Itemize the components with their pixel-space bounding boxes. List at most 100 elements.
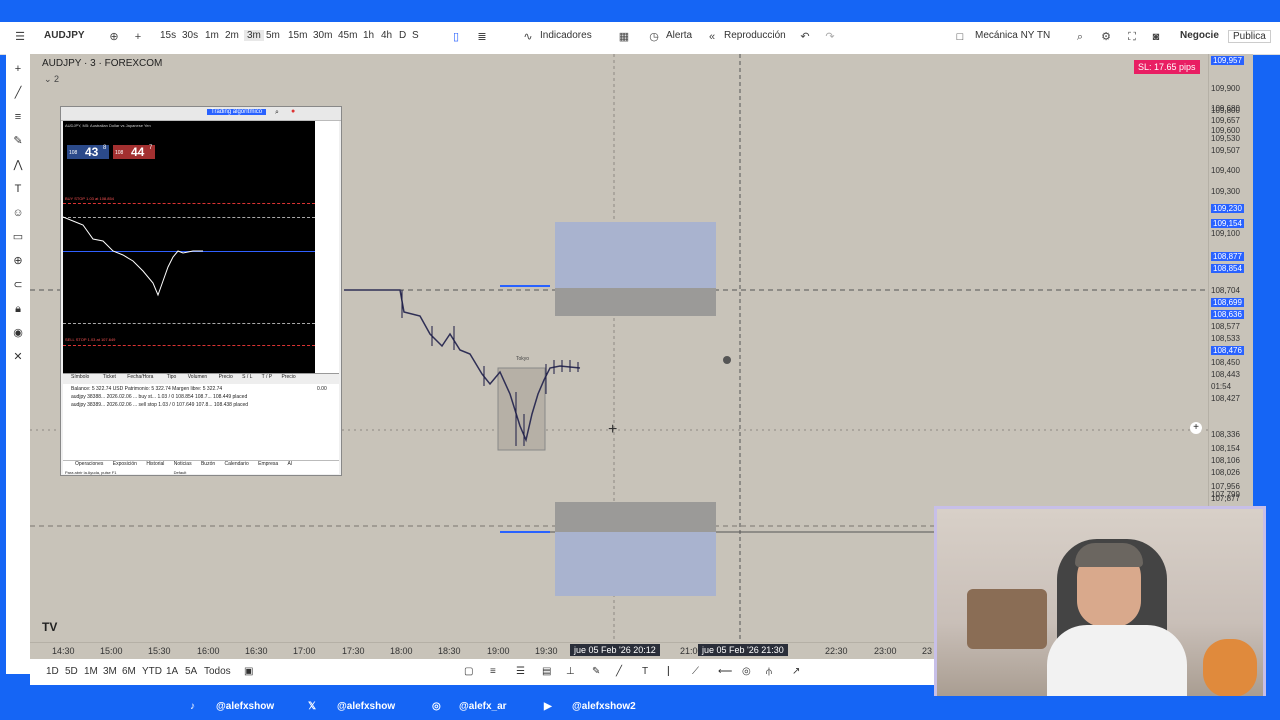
session-box	[497, 367, 546, 451]
interval-15m[interactable]: 15m	[288, 30, 307, 41]
candles-icon[interactable]: ▯	[450, 31, 462, 43]
mt-tab[interactable]: Noticias	[174, 461, 192, 467]
search-icon[interactable]: ⌕	[1074, 31, 1086, 43]
compare-icon[interactable]: ⊕	[108, 31, 120, 43]
social-handle: @alefxshow	[216, 701, 275, 712]
settings-icon[interactable]: ⚙	[1100, 31, 1112, 43]
camera-icon[interactable]: ◙	[1150, 31, 1162, 43]
trendline-tool-icon[interactable]: ╱	[11, 86, 25, 100]
interval-3m[interactable]: 3m	[244, 30, 264, 41]
interval-1m[interactable]: 1m	[205, 30, 219, 41]
range-5d[interactable]: 5D	[65, 666, 78, 677]
interval-4h[interactable]: 4h	[381, 30, 392, 41]
interval-1h[interactable]: 1h	[363, 30, 374, 41]
price-label: 01:54	[1211, 382, 1232, 391]
mt-tab[interactable]: Buzón	[201, 461, 215, 467]
range-1a[interactable]: 1A	[166, 666, 178, 677]
lines-tool-icon[interactable]: ≡	[490, 666, 496, 677]
measure-tool-icon[interactable]: ⊥	[566, 666, 575, 677]
mt-tab[interactable]: Empresa	[258, 461, 278, 467]
interval-45m[interactable]: 45m	[338, 30, 357, 41]
long-target-zone	[555, 222, 716, 288]
range-1d[interactable]: 1D	[46, 666, 59, 677]
text-tool-bottom-icon[interactable]: T	[642, 666, 648, 677]
range-1m[interactable]: 1M	[84, 666, 98, 677]
time-label: 16:30	[245, 646, 268, 656]
layout-grid-icon[interactable]: ▦	[618, 31, 630, 43]
order-row[interactable]: audjpy 38389... 2026.02.06 ... sell stop…	[71, 402, 248, 408]
range-5a[interactable]: 5A	[185, 666, 197, 677]
horizontal-ray-icon[interactable]: ⟵	[718, 666, 732, 677]
mt-tab[interactable]: Historial	[146, 461, 164, 467]
lock-icon[interactable]: 🔒︎	[11, 302, 25, 316]
zoom-in-icon[interactable]: ⊕	[11, 254, 25, 268]
mt-search-icon[interactable]: ⌕	[275, 109, 279, 117]
interval-15s[interactable]: 15s	[160, 30, 176, 41]
crosshair-time-label-2: jue 05 Feb '26 21:30	[698, 644, 788, 656]
indicators-button[interactable]: Indicadores	[540, 30, 592, 41]
price-label: 109,657	[1211, 116, 1240, 125]
mt-tab[interactable]: Al	[288, 461, 292, 467]
range-all[interactable]: Todos	[204, 666, 231, 677]
trade-button[interactable]: Negocie	[1180, 30, 1219, 41]
text-tool-icon[interactable]: T	[11, 182, 25, 196]
undo-icon[interactable]: ↶	[799, 31, 811, 43]
brush-tool-icon[interactable]: ✎	[11, 134, 25, 148]
layout-icon[interactable]: □	[954, 31, 966, 43]
mt-record-icon[interactable]: ●	[291, 108, 295, 115]
indicators-icon[interactable]: ∿	[522, 31, 534, 43]
algo-trading-button[interactable]: Trading algorítmico	[207, 109, 267, 115]
fullscreen-icon[interactable]: ⛶	[1126, 31, 1138, 43]
range-6m[interactable]: 6M	[122, 666, 136, 677]
interval-d[interactable]: D	[399, 30, 406, 41]
alarm-icon[interactable]: ◷	[648, 31, 660, 43]
fib-tool-icon[interactable]: ≡	[11, 110, 25, 124]
eye-icon[interactable]: ◉	[11, 326, 25, 340]
layout-name-button[interactable]: Mecánica NY TN	[975, 30, 1050, 41]
add-alert-icon[interactable]: +	[1190, 422, 1202, 434]
mt-chart[interactable]: AUDJPY, M5: Australian Dollar vs Japanes…	[63, 121, 315, 373]
range-3m[interactable]: 3M	[103, 666, 117, 677]
vertical-line-icon[interactable]: ⎸	[668, 666, 678, 677]
mt-tab[interactable]: Exposición	[113, 461, 137, 467]
ruler-tool-icon[interactable]: ▭	[11, 230, 25, 244]
crosshair-tool-icon[interactable]: +	[11, 62, 25, 76]
symbol-selector[interactable]: AUDJPY	[44, 30, 85, 41]
order-row[interactable]: audjpy 38388... 2026.02.06 ... buy st...…	[71, 394, 247, 400]
magnet-icon[interactable]: ⊂	[11, 278, 25, 292]
rectangle-tool-icon[interactable]: ▢	[464, 666, 473, 677]
channel-tool-icon[interactable]: ▤	[542, 666, 551, 677]
time-label: 22:30	[825, 646, 848, 656]
pitchfork-icon[interactable]: ⫛	[766, 666, 772, 677]
replay-icon[interactable]: «	[706, 31, 718, 43]
add-symbol-icon[interactable]: +	[132, 31, 144, 43]
mt-tab[interactable]: Operaciones	[75, 461, 103, 467]
pattern-tool-icon[interactable]: ⋀	[11, 158, 25, 172]
chart-type-icon[interactable]: ≣	[476, 31, 488, 43]
interval-30s[interactable]: 30s	[182, 30, 198, 41]
menu-icon[interactable]: ☰	[14, 31, 26, 43]
brush-bottom-icon[interactable]: ⟋	[692, 666, 699, 677]
replay-button[interactable]: Reproducción	[724, 30, 786, 41]
emoji-tool-icon[interactable]: ☺	[11, 206, 25, 220]
publish-button[interactable]: Publica	[1228, 30, 1271, 43]
alert-button[interactable]: Alerta	[666, 30, 692, 41]
interval-30m[interactable]: 30m	[313, 30, 332, 41]
mt-table-header: Símbolo Ticket Fecha/Hora Tipo Volumen P…	[63, 374, 339, 384]
mt-tab[interactable]: Calendario	[225, 461, 249, 467]
trash-icon[interactable]: ✕	[11, 350, 25, 364]
mt-price-axis	[315, 121, 339, 373]
go-to-date-icon[interactable]: ▣	[244, 666, 253, 677]
range-ytd[interactable]: YTD	[142, 666, 162, 677]
pencil-tool-icon[interactable]: ✎	[592, 666, 600, 677]
target-icon[interactable]: ◎	[742, 666, 751, 677]
arrow-tool-icon[interactable]: ↗	[792, 666, 800, 677]
price-label: 108,577	[1211, 322, 1240, 331]
fib-retracement-icon[interactable]: ☰	[516, 666, 525, 677]
interval-5m[interactable]: 5m	[266, 30, 280, 41]
interval-2m[interactable]: 2m	[225, 30, 239, 41]
interval-s[interactable]: S	[412, 30, 419, 41]
ray-tool-icon[interactable]: ╱	[616, 666, 622, 677]
price-label: 108,636	[1211, 310, 1244, 319]
redo-icon[interactable]: ↷	[824, 31, 836, 43]
